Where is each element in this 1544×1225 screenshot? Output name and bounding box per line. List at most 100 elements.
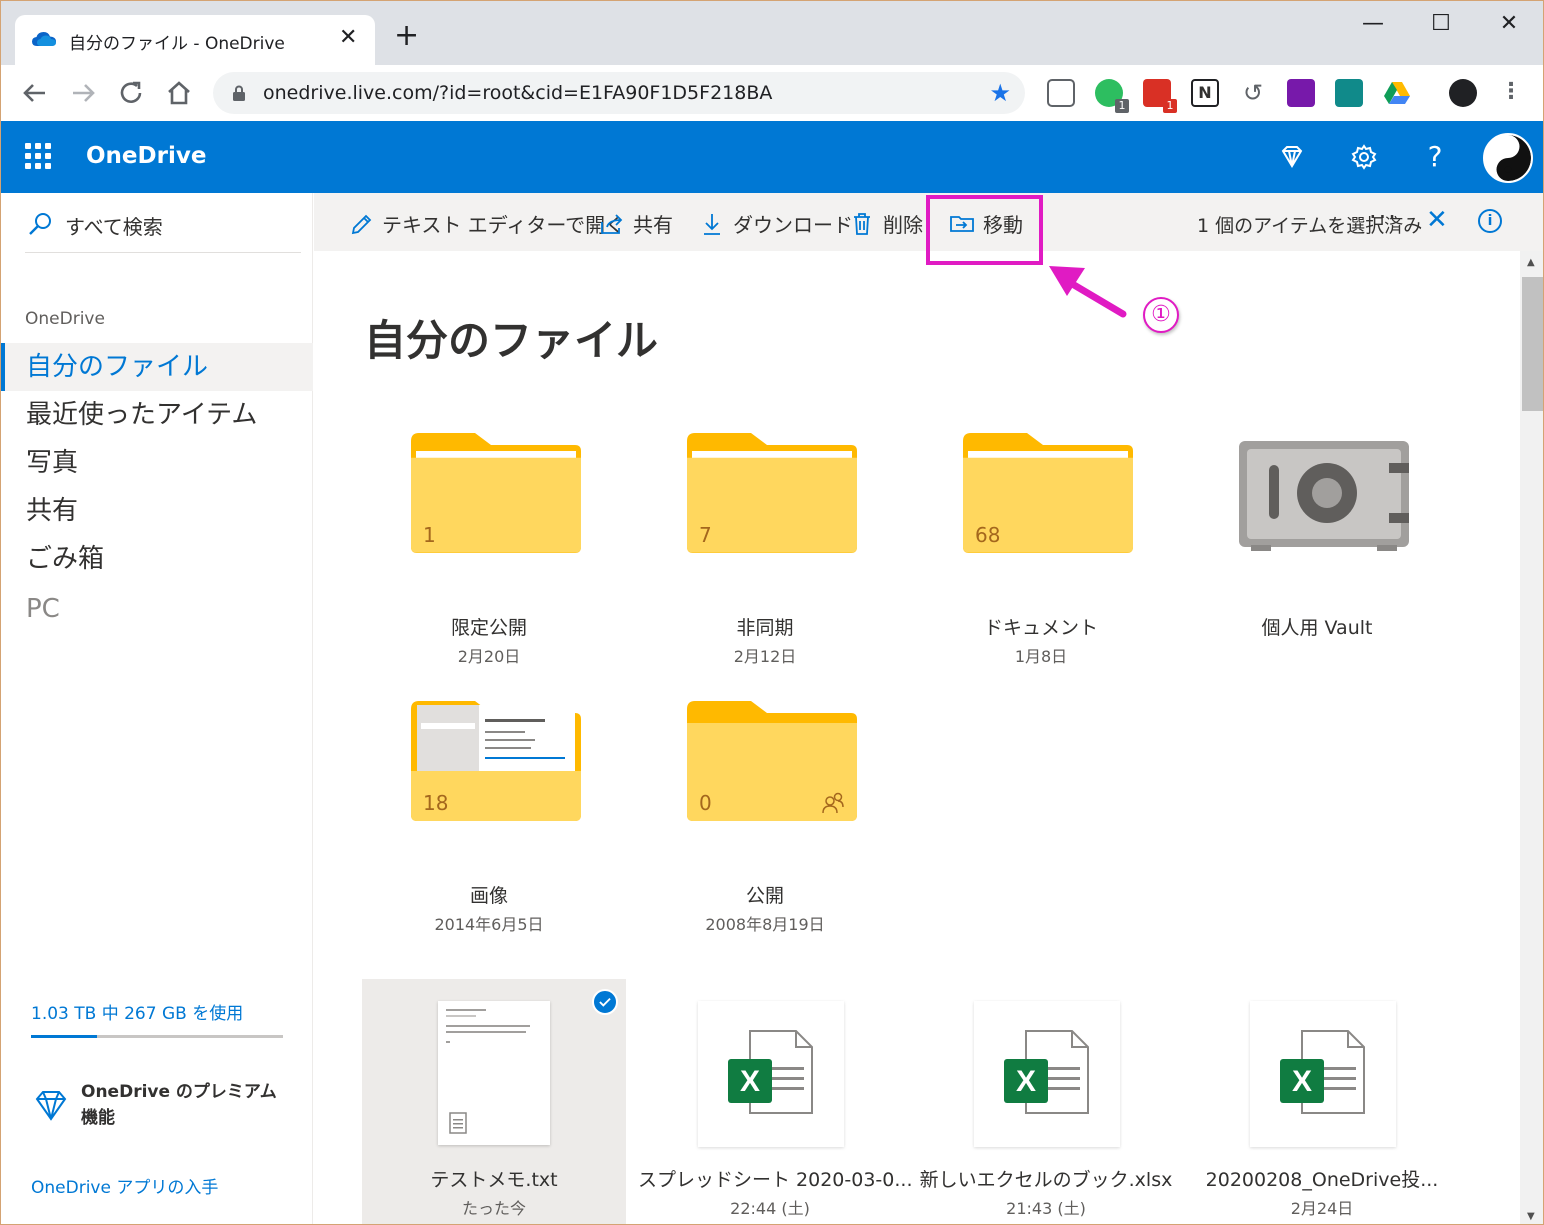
tab-close-icon[interactable]: ✕: [339, 25, 357, 50]
premium-diamond-icon: [35, 1091, 67, 1121]
onenote-icon[interactable]: [1287, 79, 1315, 107]
folder-tile[interactable]: 7 非同期 2月12日: [645, 433, 885, 666]
delete-button[interactable]: 削除: [849, 209, 923, 237]
profile-icon[interactable]: [1449, 79, 1477, 107]
search-input[interactable]: すべて検索: [65, 211, 163, 240]
storage-quota-link[interactable]: 1.03 TB 中 267 GB を使用: [31, 999, 243, 1024]
clear-selection-icon[interactable]: ✕: [1426, 205, 1448, 235]
file-tile[interactable]: X 20200208_OneDrive投... 2月24日: [1190, 979, 1454, 1224]
history-icon[interactable]: ↺: [1239, 79, 1267, 107]
folder-name[interactable]: ドキュメント: [921, 613, 1161, 640]
maximize-button[interactable]: ☐: [1426, 11, 1456, 36]
file-tile[interactable]: X 新しいエクセルのブック.xlsx 21:43 (土): [914, 979, 1178, 1224]
checkmark-icon[interactable]: [592, 989, 618, 1015]
excel-file-icon: X: [698, 1001, 844, 1147]
folder-date: 2014年6月5日: [434, 915, 544, 934]
app-header: OneDrive ?: [1, 121, 1543, 193]
download-button[interactable]: ダウンロード: [699, 209, 853, 237]
bookmark-star-icon[interactable]: ★: [989, 79, 1011, 107]
folder-date: 2月12日: [733, 647, 797, 666]
svg-text:X: X: [1292, 1065, 1312, 1098]
app-launcher-icon[interactable]: [25, 143, 51, 169]
page-title: 自分のファイル: [364, 316, 659, 365]
folder-tile[interactable]: 68 ドキュメント 1月8日: [921, 433, 1161, 666]
share-button[interactable]: 共有: [599, 209, 673, 237]
premium-features-link[interactable]: OneDrive のプレミアム機能: [81, 1079, 291, 1131]
vertical-scrollbar[interactable]: ▲ ▼: [1520, 251, 1543, 1224]
close-window-button[interactable]: ✕: [1494, 11, 1524, 36]
pocket-icon[interactable]: [1047, 79, 1075, 107]
annotation-highlight-box: [926, 195, 1043, 265]
open-text-editor-label: テキスト エディターで開く: [382, 213, 626, 237]
avatar[interactable]: [1483, 133, 1533, 183]
scroll-down-arrow-icon[interactable]: ▼: [1527, 1211, 1535, 1222]
settings-gear-icon[interactable]: [1346, 139, 1382, 175]
reload-icon[interactable]: [115, 77, 147, 109]
sidebar-item-shared[interactable]: 共有: [1, 487, 313, 535]
left-navigation: すべて検索 OneDrive 自分のファイル 最近使ったアイテム 写真 共有 ご…: [1, 193, 313, 1224]
evernote-icon[interactable]: 1: [1095, 79, 1129, 113]
address-bar[interactable]: onedrive.live.com/?id=root&cid=E1FA90F1D…: [213, 72, 1025, 114]
menu-icon[interactable]: ⋮: [1497, 79, 1525, 107]
shared-people-icon: [822, 792, 844, 814]
forward-icon[interactable]: [67, 77, 99, 109]
notion-icon[interactable]: N: [1191, 79, 1219, 107]
new-tab-button[interactable]: +: [394, 21, 419, 51]
url-text[interactable]: onedrive.live.com/?id=root&cid=E1FA90F1D…: [263, 82, 772, 104]
info-icon[interactable]: i: [1478, 209, 1502, 233]
folder-date: 2008年8月19日: [705, 915, 825, 934]
file-name[interactable]: 20200208_OneDrive投...: [1190, 1165, 1454, 1192]
folder-name[interactable]: 非同期: [645, 613, 885, 640]
nav-section-title: OneDrive: [25, 309, 105, 329]
file-name[interactable]: スプレッドシート 2020-03-0...: [638, 1165, 913, 1192]
file-tile[interactable]: X スプレッドシート 2020-03-0... 22:44 (土): [638, 979, 913, 1224]
help-icon[interactable]: ?: [1417, 139, 1453, 175]
brand-title[interactable]: OneDrive: [86, 143, 206, 169]
browser-tab[interactable]: 自分のファイル - OneDrive ✕: [15, 15, 375, 65]
folder-name[interactable]: 画像: [369, 881, 609, 908]
folder-tile[interactable]: 0 公開 2008年8月19日: [645, 701, 885, 934]
search-box[interactable]: すべて検索: [25, 209, 301, 253]
folder-name[interactable]: 限定公開: [369, 613, 609, 640]
gmail-checker-icon[interactable]: 1: [1143, 79, 1177, 113]
get-app-link[interactable]: OneDrive アプリの入手: [31, 1173, 218, 1198]
vault-safe-icon: [1239, 441, 1409, 551]
folder-name[interactable]: 公開: [645, 881, 885, 908]
google-drive-icon[interactable]: [1383, 79, 1411, 107]
premium-diamond-icon[interactable]: [1274, 139, 1310, 175]
sidebar-item-pc[interactable]: PC: [1, 585, 313, 633]
scroll-up-arrow-icon[interactable]: ▲: [1527, 257, 1535, 268]
tab-title: 自分のファイル - OneDrive: [69, 34, 285, 54]
vault-name[interactable]: 個人用 Vault: [1197, 613, 1437, 640]
back-icon[interactable]: [19, 77, 51, 109]
folder-date: 1月8日: [1014, 647, 1068, 666]
sway-icon[interactable]: [1335, 79, 1363, 107]
file-name[interactable]: 新しいエクセルのブック.xlsx: [914, 1165, 1178, 1192]
pencil-icon: [351, 214, 372, 234]
scroll-thumb[interactable]: [1522, 277, 1543, 411]
file-date: 22:44 (土): [730, 1199, 810, 1218]
sidebar-item-photos[interactable]: 写真: [1, 439, 313, 487]
folder-item-count: 18: [423, 791, 449, 815]
text-preview-lines: [446, 1009, 530, 1134]
open-text-editor-button[interactable]: テキスト エディターで開く: [348, 209, 625, 237]
file-date: たった今: [461, 1199, 526, 1218]
sidebar-item-recycle-bin[interactable]: ごみ箱: [1, 535, 313, 583]
file-tile-selected[interactable]: テストメモ.txt たった今: [362, 979, 626, 1224]
folder-item-count: 1: [423, 523, 436, 547]
vault-tile[interactable]: 個人用 Vault: [1197, 433, 1437, 663]
browser-window: 自分のファイル - OneDrive ✕ + — ☐ ✕ onedrive.li…: [0, 0, 1544, 1225]
folder-tile[interactable]: 1 限定公開 2月20日: [369, 433, 609, 666]
folder-tile[interactable]: 18 画像 2014年6月5日: [369, 701, 609, 934]
minimize-button[interactable]: —: [1358, 11, 1388, 36]
folder-icon: [687, 433, 857, 553]
sidebar-item-my-files[interactable]: 自分のファイル: [1, 343, 313, 391]
onedrive-cloud-icon: [32, 32, 56, 46]
file-date: 21:43 (土): [1006, 1199, 1086, 1218]
text-file-thumbnail: [438, 1001, 550, 1145]
file-name[interactable]: テストメモ.txt: [362, 1165, 626, 1192]
sidebar-item-recent[interactable]: 最近使ったアイテム: [1, 391, 313, 439]
storage-quota-bar: [31, 1035, 283, 1038]
home-icon[interactable]: [163, 77, 195, 109]
annotation-step-number: ①: [1143, 297, 1179, 333]
